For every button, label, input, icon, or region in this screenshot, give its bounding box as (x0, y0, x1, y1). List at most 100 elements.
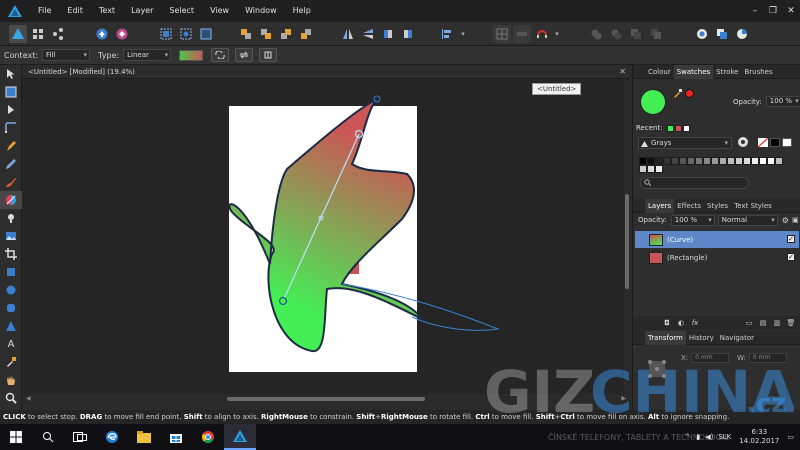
menu-help[interactable]: Help (285, 0, 319, 22)
align-icon[interactable] (439, 25, 457, 43)
horizontal-scroll-thumb[interactable] (227, 397, 425, 401)
layer-settings-icon[interactable]: ⚙ (782, 216, 789, 225)
artboard-tool-icon[interactable] (0, 83, 22, 101)
gray-swatch[interactable] (727, 157, 735, 165)
layer-opacity-field[interactable]: 100 % (670, 214, 715, 226)
layer-visibility-checkbox[interactable]: ✓ (787, 253, 795, 261)
gray-swatch[interactable] (735, 157, 743, 165)
gray-swatch[interactable] (655, 157, 663, 165)
add-geometry-icon[interactable] (587, 25, 605, 43)
snapping-magnet-icon[interactable] (533, 25, 551, 43)
vertical-scrollbar[interactable] (624, 79, 630, 394)
arrange-back-icon[interactable] (237, 25, 255, 43)
pie-icon[interactable] (733, 25, 751, 43)
gray-swatch[interactable] (687, 157, 695, 165)
rounded-rectangle-tool-icon[interactable] (0, 299, 22, 317)
layer-lock-icon[interactable]: ▣ (792, 216, 799, 224)
fx-icon[interactable]: fx (689, 318, 701, 328)
align-dropdown-icon[interactable]: ▾ (459, 25, 467, 43)
node-tool-icon[interactable] (0, 101, 22, 119)
gray-swatch[interactable] (743, 157, 751, 165)
tab-history[interactable]: History (686, 331, 717, 345)
recent-swatch-white[interactable] (682, 124, 690, 132)
document-tab[interactable]: <Untitled> [Modified] (19.4%) ✕ (22, 65, 630, 79)
new-layer-icon[interactable]: ▤ (757, 318, 769, 328)
triangle-tool-icon[interactable] (0, 317, 22, 335)
transparency-tool-icon[interactable] (0, 209, 22, 227)
tray-chevron-icon[interactable]: ^ (684, 433, 690, 441)
horizontal-scrollbar[interactable]: ◀ ▶ (22, 394, 630, 404)
rectangle-tool-icon[interactable] (0, 263, 22, 281)
scroll-left-icon[interactable]: ◀ (26, 394, 31, 404)
menu-file[interactable]: File (30, 0, 59, 22)
menu-edit[interactable]: Edit (59, 0, 91, 22)
menu-layer[interactable]: Layer (123, 0, 161, 22)
affinity-designer-taskbar-icon[interactable] (224, 424, 256, 450)
gray-swatch[interactable] (719, 157, 727, 165)
layer-visibility-checkbox[interactable]: ✓ (787, 235, 795, 243)
layer-row-curve[interactable]: (Curve) ✓ (635, 231, 799, 248)
color-picker-icon[interactable] (673, 88, 683, 100)
gray-swatch[interactable] (639, 165, 647, 173)
minimize-icon[interactable]: – (746, 0, 764, 22)
gray-swatch[interactable] (775, 157, 783, 165)
layer-mask-icon[interactable]: ◘ (661, 318, 673, 328)
w-field[interactable]: 0 mm (748, 353, 787, 363)
gradient-swatch[interactable] (179, 49, 204, 61)
zoom-tool-icon[interactable] (0, 389, 22, 407)
duplicate-layer-icon[interactable]: ▥ (771, 318, 783, 328)
crop-tool-icon[interactable] (0, 245, 22, 263)
canvas-area[interactable]: <Untitled> (22, 79, 624, 394)
chrome-icon[interactable] (192, 424, 224, 450)
aspect-gradient-icon[interactable] (259, 48, 278, 62)
gray-swatch[interactable] (767, 157, 775, 165)
x-field[interactable]: 0 mm (691, 353, 730, 363)
gray-swatch[interactable] (671, 157, 679, 165)
fill-tool-icon[interactable] (0, 191, 22, 209)
stroke-color-swatch[interactable] (685, 89, 694, 98)
rotate-gradient-icon[interactable] (235, 48, 254, 62)
fill-color-swatch[interactable] (640, 89, 666, 115)
tab-swatches[interactable]: Swatches (673, 64, 714, 79)
tab-layers[interactable]: Layers (645, 198, 675, 213)
gray-swatch[interactable] (759, 157, 767, 165)
move-tool-icon[interactable] (0, 65, 22, 83)
recent-swatch-red[interactable] (674, 124, 682, 132)
chat-icon[interactable] (693, 25, 711, 43)
rotate-right-icon[interactable] (399, 25, 417, 43)
corner-tool-icon[interactable] (0, 119, 22, 137)
intersect-geometry-icon[interactable] (627, 25, 645, 43)
gradient-start-handle[interactable] (278, 296, 288, 306)
volume-icon[interactable]: ◀) (705, 433, 713, 441)
color-picker-tool-icon[interactable] (0, 353, 22, 371)
select-frame-icon[interactable] (197, 25, 215, 43)
gray-swatch[interactable] (711, 157, 719, 165)
palette-select[interactable]: Grays (638, 137, 732, 149)
reverse-gradient-icon[interactable] (211, 48, 230, 62)
notifications-icon[interactable]: ▭ (787, 433, 794, 441)
gray-swatch[interactable] (679, 157, 687, 165)
clock[interactable]: 6:33 14.02.2017 (739, 428, 779, 446)
adjustment-layer-icon[interactable]: ◐ (675, 318, 687, 328)
gray-swatch[interactable] (647, 157, 655, 165)
restore-icon[interactable]: ❐ (764, 0, 782, 22)
recent-swatch-green[interactable] (666, 124, 674, 132)
tab-effects[interactable]: Effects (674, 199, 704, 213)
view-tool-icon[interactable] (0, 371, 22, 389)
flip-horizontal-icon[interactable] (339, 25, 357, 43)
snapping-bar-icon[interactable] (513, 24, 531, 43)
scroll-right-icon[interactable]: ▶ (621, 394, 626, 404)
tab-styles[interactable]: Styles (704, 199, 731, 213)
palette-search-input[interactable] (640, 177, 749, 189)
gray-swatch[interactable] (703, 157, 711, 165)
select-all-icon[interactable] (157, 25, 175, 43)
rotate-left-icon[interactable] (379, 25, 397, 43)
palette-menu-icon[interactable] (737, 136, 749, 150)
blend-mode-select[interactable]: Normal (717, 214, 778, 226)
ellipse-tool-icon[interactable] (0, 281, 22, 299)
edge-browser-icon[interactable] (96, 424, 128, 450)
black-swatch-icon[interactable] (770, 138, 780, 147)
tab-navigator[interactable]: Navigator (717, 331, 757, 345)
gray-swatch[interactable] (663, 157, 671, 165)
gray-swatch[interactable] (639, 157, 647, 165)
